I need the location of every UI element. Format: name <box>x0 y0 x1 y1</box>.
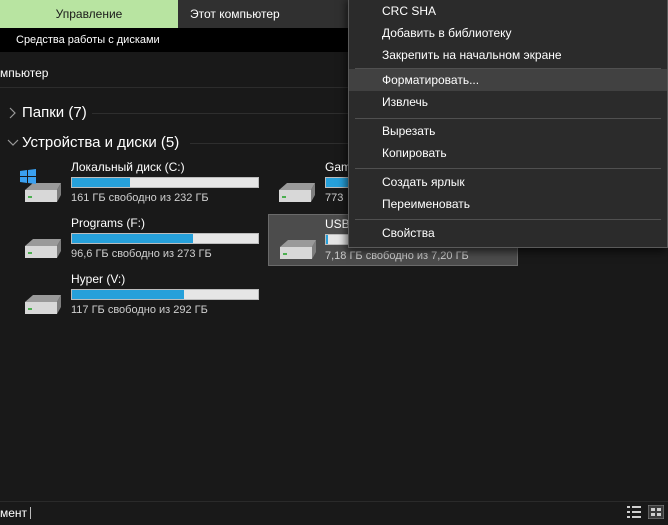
drive-capacity-bar <box>71 233 259 244</box>
tab-this-computer[interactable]: Этот компьютер <box>178 0 348 28</box>
drive-free-space: 7,18 ГБ свободно из 7,20 ГБ <box>325 250 469 262</box>
drive-programs-f[interactable]: Programs (F:) 96,6 ГБ свободно из 273 ГБ <box>7 216 259 264</box>
status-item-count: мент <box>0 506 28 520</box>
drive-capacity-bar <box>71 289 259 300</box>
drive-name: Локальный диск (C:) <box>71 160 185 174</box>
drive-capacity-fill <box>72 234 193 243</box>
chevron-down-icon[interactable] <box>6 136 20 150</box>
menu-item-add-to-library[interactable]: Добавить в библиотеку <box>349 22 667 44</box>
group-folders-divider <box>92 113 348 114</box>
group-devices[interactable]: Устройства и диски (5) <box>6 134 179 151</box>
drive-tools-tab[interactable]: Средства работы с дисками <box>8 28 178 52</box>
drive-free-space: 161 ГБ свободно из 232 ГБ <box>71 192 209 204</box>
drive-free-space: 773 <box>325 192 344 204</box>
menu-item-crc-sha[interactable]: CRC SHA <box>349 0 667 22</box>
drive-icon <box>25 239 61 258</box>
menu-separator <box>355 219 661 220</box>
group-folders[interactable]: Папки (7) <box>6 104 87 121</box>
drive-capacity-fill <box>72 290 184 299</box>
drive-free-space: 117 ГБ свободно из 292 ГБ <box>71 304 208 316</box>
menu-separator <box>355 168 661 169</box>
drive-hyper-v[interactable]: Hyper (V:) 117 ГБ свободно из 292 ГБ <box>7 272 259 320</box>
menu-item-pin-to-start[interactable]: Закрепить на начальном экране <box>349 44 667 66</box>
drive-icon <box>280 240 316 259</box>
drive-icon <box>25 295 61 314</box>
status-separator <box>30 507 31 519</box>
windows-logo-icon <box>20 169 36 184</box>
drive-name: USB <box>325 217 350 231</box>
tab-manage[interactable]: Управление <box>0 0 178 28</box>
group-folders-label: Папки (7) <box>22 104 87 121</box>
details-view-icon[interactable] <box>626 505 642 519</box>
address-path: мпьютер <box>0 66 49 80</box>
drive-capacity-fill <box>72 178 130 187</box>
menu-item-format[interactable]: Форматировать... <box>349 69 667 91</box>
large-icons-view-icon[interactable] <box>648 505 664 519</box>
drive-free-space: 96,6 ГБ свободно из 273 ГБ <box>71 248 212 260</box>
group-devices-label: Устройства и диски (5) <box>22 134 180 151</box>
drive-local-c[interactable]: Локальный диск (C:) 161 ГБ свободно из 2… <box>7 160 259 208</box>
status-bar <box>0 501 668 525</box>
menu-separator <box>355 118 661 119</box>
menu-item-create-shortcut[interactable]: Создать ярлык <box>349 171 667 193</box>
menu-item-properties[interactable]: Свойства <box>349 222 667 244</box>
drive-name: Hyper (V:) <box>71 272 126 286</box>
menu-item-rename[interactable]: Переименовать <box>349 193 667 215</box>
chevron-right-icon[interactable] <box>6 106 20 120</box>
menu-item-copy[interactable]: Копировать <box>349 142 667 164</box>
group-devices-divider <box>190 143 348 144</box>
menu-item-eject[interactable]: Извлечь <box>349 91 667 113</box>
drive-icon <box>279 183 315 202</box>
drive-name: Programs (F:) <box>71 216 146 230</box>
drive-capacity-bar <box>71 177 259 188</box>
drive-capacity-fill <box>326 235 328 244</box>
menu-item-cut[interactable]: Вырезать <box>349 120 667 142</box>
context-menu: CRC SHA Добавить в библиотеку Закрепить … <box>348 0 668 248</box>
